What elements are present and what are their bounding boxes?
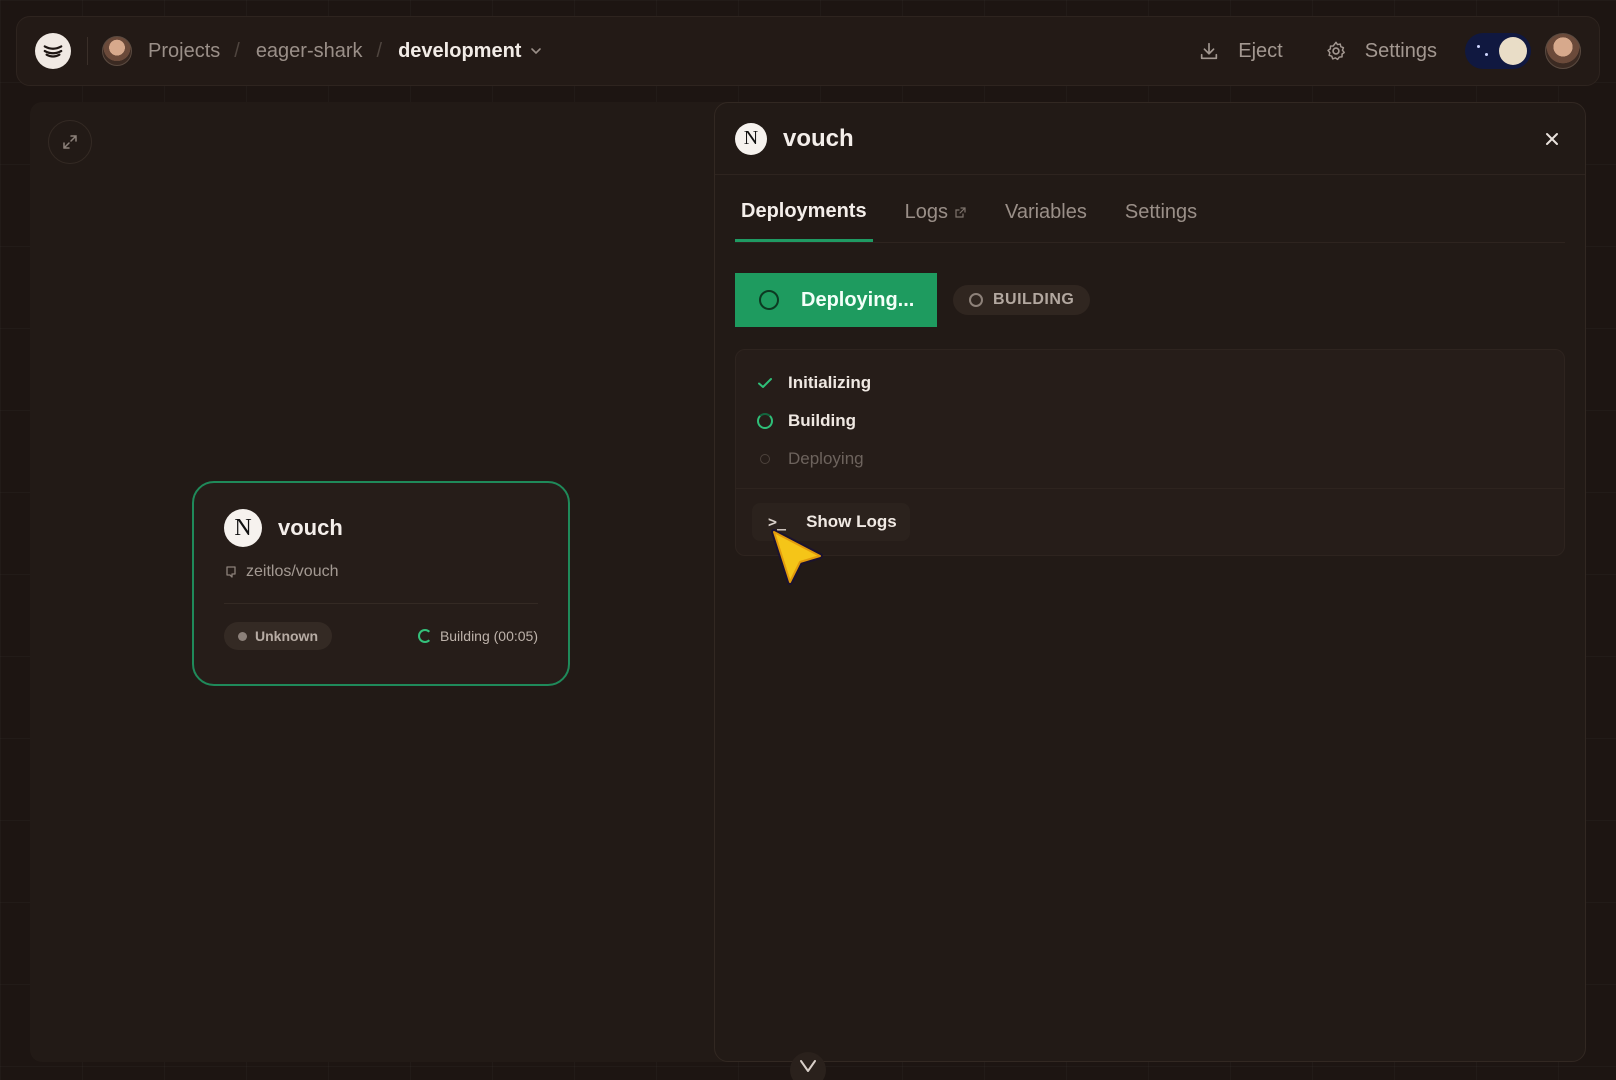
breadcrumb-separator: / — [234, 39, 240, 62]
tab-deployments[interactable]: Deployments — [735, 200, 873, 242]
deploying-label: Deploying... — [801, 288, 915, 311]
step-label: Initializing — [788, 373, 872, 392]
deployment-steps: Initializing Building Deploying >_ Show … — [735, 349, 1565, 556]
panel-header: N vouch — [715, 103, 1585, 175]
tab-variables[interactable]: Variables — [999, 201, 1093, 242]
tab-settings[interactable]: Settings — [1119, 201, 1203, 242]
spinner-icon — [969, 293, 983, 307]
status-badge: Unknown — [224, 622, 332, 650]
project-avatar[interactable] — [102, 36, 132, 66]
pending-circle-icon — [756, 450, 774, 468]
gear-icon — [1327, 41, 1345, 61]
repo-name: zeitlos/vouch — [246, 563, 339, 580]
deployment-status-badge: BUILDING — [953, 285, 1091, 315]
service-repo: zeitlos/vouch — [224, 563, 538, 581]
user-avatar[interactable] — [1545, 33, 1581, 69]
tab-label: Settings — [1124, 201, 1198, 223]
spinner-icon — [756, 412, 774, 430]
star-icon — [1485, 53, 1488, 56]
github-icon — [226, 566, 236, 578]
status-badge-label: BUILDING — [993, 291, 1075, 308]
build-status: Building (00:05) — [417, 628, 538, 644]
check-icon — [756, 374, 774, 392]
chevron-down-icon[interactable] — [529, 44, 543, 58]
railway-logo-icon[interactable] — [35, 33, 71, 69]
step-initializing: Initializing — [756, 364, 1544, 402]
status-badge-label: Unknown — [255, 628, 318, 644]
collapse-panel-button[interactable] — [790, 1052, 826, 1080]
step-building: Building — [756, 402, 1544, 440]
chevron-down-icon — [800, 1060, 816, 1072]
settings-label: Settings — [1364, 39, 1437, 62]
deploying-button[interactable]: Deploying... — [735, 273, 937, 327]
cursor-icon — [771, 529, 823, 585]
panel-title: vouch — [783, 124, 854, 152]
divider — [224, 603, 538, 604]
eject-label: Eject — [1238, 39, 1283, 62]
breadcrumb-project[interactable]: eager-shark — [256, 40, 363, 63]
expand-canvas-button[interactable] — [48, 120, 92, 164]
service-title: vouch — [278, 515, 343, 540]
step-label: Building — [788, 411, 856, 430]
expand-icon — [63, 135, 77, 149]
step-deploying: Deploying — [756, 440, 1544, 478]
tab-label: Deployments — [741, 200, 867, 222]
external-link-icon — [955, 207, 966, 218]
close-icon — [1546, 132, 1558, 145]
breadcrumb-projects[interactable]: Projects — [148, 40, 220, 63]
theme-toggle[interactable] — [1465, 33, 1531, 69]
step-label: Deploying — [788, 449, 864, 468]
tab-label: Variables — [1004, 201, 1087, 223]
star-icon — [1477, 45, 1480, 48]
spinner-icon — [759, 290, 779, 310]
download-icon — [1201, 42, 1218, 60]
service-card[interactable]: N vouch zeitlos/vouch Unknown Building (… — [192, 481, 570, 686]
panel-tabs: Deployments Logs Variables Settings — [735, 175, 1565, 243]
tab-logs[interactable]: Logs — [899, 201, 973, 242]
eject-button[interactable]: Eject — [1198, 39, 1283, 63]
nextjs-icon: N — [224, 509, 262, 547]
service-detail-panel: N vouch Deployments Logs Variables Setti… — [714, 102, 1586, 1062]
moon-icon — [1499, 37, 1527, 65]
top-navigation-bar: Projects / eager-shark / development Eje… — [16, 16, 1600, 86]
divider — [87, 37, 88, 65]
close-button[interactable] — [1539, 126, 1565, 152]
status-dot-icon — [238, 631, 247, 641]
environment-selector[interactable]: development — [398, 40, 521, 63]
nextjs-icon: N — [735, 122, 767, 155]
build-status-label: Building (00:05) — [439, 628, 538, 644]
settings-button[interactable]: Settings — [1325, 40, 1437, 63]
spinner-icon — [417, 629, 432, 643]
breadcrumb-separator: / — [376, 39, 383, 62]
divider — [736, 488, 1564, 489]
project-canvas[interactable]: N vouch zeitlos/vouch Unknown Building (… — [30, 102, 730, 1062]
tab-label: Logs — [904, 201, 948, 223]
